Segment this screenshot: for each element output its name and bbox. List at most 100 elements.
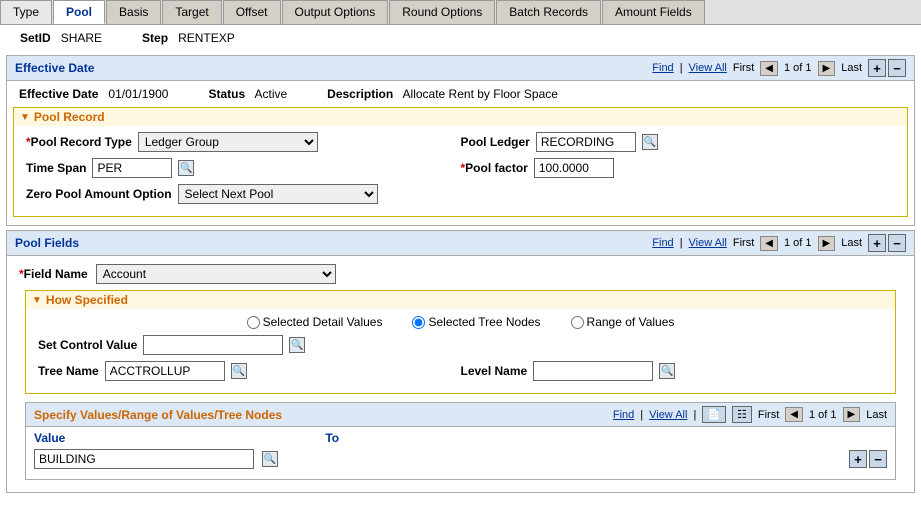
specify-last-label: Last [866, 409, 887, 421]
specify-remove-btn[interactable]: − [869, 450, 887, 468]
tab-basis[interactable]: Basis [106, 0, 161, 24]
specify-grid-btn[interactable]: ☷ [732, 406, 752, 423]
zero-pool-col: Zero Pool Amount Option Select Next Pool [26, 184, 895, 204]
specify-value-search-icon[interactable]: 🔍 [262, 451, 278, 467]
how-specified-collapse-icon[interactable]: ▼ [32, 295, 42, 306]
tab-batch-records[interactable]: Batch Records [496, 0, 601, 24]
set-control-col: Set Control Value 🔍 [38, 335, 883, 355]
specify-export-btn[interactable]: 📄 [702, 406, 726, 423]
pool-record-subsection: ▼ Pool Record Pool Record Type Ledger Gr… [13, 107, 908, 217]
pool-fields-body: Field Name Account ▼ How Specified Selec… [7, 256, 914, 492]
specify-values-controls: Find | View All | 📄 ☷ First ◀ 1 of 1 ▶ L… [613, 406, 887, 423]
radio-selected-detail-input[interactable] [247, 316, 260, 329]
pool-fields-view-all[interactable]: View All [689, 237, 727, 249]
set-control-search-icon[interactable]: 🔍 [289, 337, 305, 353]
set-control-label: Set Control Value [38, 338, 137, 352]
time-span-search-icon[interactable]: 🔍 [178, 160, 194, 176]
pool-fields-prev-btn[interactable]: ◀ [760, 236, 778, 251]
description-value: Allocate Rent by Floor Space [403, 87, 558, 101]
pool-fields-remove-btn[interactable]: − [888, 234, 906, 252]
effective-date-find[interactable]: Find [652, 62, 673, 74]
status-value: Active [254, 87, 287, 101]
specify-find[interactable]: Find [613, 409, 634, 421]
radio-row: Selected Detail Values Selected Tree Nod… [38, 315, 883, 329]
radio-selected-tree-input[interactable] [412, 316, 425, 329]
effective-date-add-btn[interactable]: + [868, 59, 886, 77]
pool-record-body: Pool Record Type Ledger Group Pool Ledge… [14, 126, 907, 216]
level-name-search-icon[interactable]: 🔍 [659, 363, 675, 379]
tab-target[interactable]: Target [162, 0, 221, 24]
tab-pool[interactable]: Pool [53, 0, 105, 24]
field-name-select[interactable]: Account [96, 264, 336, 284]
effective-date-row: Effective Date 01/01/1900 Status Active … [19, 87, 902, 101]
time-span-input[interactable] [92, 158, 172, 178]
effective-date-prev-btn[interactable]: ◀ [760, 61, 778, 76]
effective-date-header: Effective Date Find | View All First ◀ 1… [7, 56, 914, 81]
separator2: | [680, 237, 683, 249]
how-specified-title: How Specified [46, 293, 128, 307]
field-name-row: Field Name Account [19, 264, 902, 284]
pool-ledger-search-icon[interactable]: 🔍 [642, 134, 658, 150]
pool-record-type-label: Pool Record Type [26, 135, 132, 149]
first-label: First [733, 62, 754, 74]
setid-value: SHARE [61, 31, 102, 45]
last-label: Last [841, 62, 862, 74]
specify-prev-btn[interactable]: ◀ [785, 407, 803, 422]
radio-selected-tree[interactable]: Selected Tree Nodes [412, 315, 540, 329]
effective-date-view-all[interactable]: View All [689, 62, 727, 74]
specify-values-header: Specify Values/Range of Values/Tree Node… [26, 403, 895, 427]
effective-date-remove-btn[interactable]: − [888, 59, 906, 77]
description-label: Description [327, 87, 393, 101]
specify-view-all[interactable]: View All [649, 409, 687, 421]
radio-selected-detail[interactable]: Selected Detail Values [247, 315, 383, 329]
set-control-input[interactable] [143, 335, 283, 355]
radio-range-values[interactable]: Range of Values [571, 315, 675, 329]
pool-ledger-label: Pool Ledger [461, 135, 530, 149]
zero-pool-select[interactable]: Select Next Pool [178, 184, 378, 204]
pool-record-type-select[interactable]: Ledger Group [138, 132, 318, 152]
tab-offset[interactable]: Offset [223, 0, 281, 24]
specify-nav: 1 of 1 [809, 409, 837, 421]
effective-date-title: Effective Date [15, 61, 94, 75]
specify-add-btn[interactable]: + [849, 450, 867, 468]
how-specified-body: Selected Detail Values Selected Tree Nod… [26, 309, 895, 393]
pool-ledger-col: Pool Ledger 🔍 [461, 132, 896, 152]
specify-col-headers: Value To [34, 431, 887, 445]
radio-range-values-input[interactable] [571, 316, 584, 329]
pool-ledger-input[interactable] [536, 132, 636, 152]
level-name-input[interactable] [533, 361, 653, 381]
pool-fields-add-remove: + − [868, 234, 906, 252]
pool-fields-header: Pool Fields Find | View All First ◀ 1 of… [7, 231, 914, 256]
tab-bar: Type Pool Basis Target Offset Output Opt… [0, 0, 921, 25]
radio-range-values-label: Range of Values [587, 315, 675, 329]
tab-type[interactable]: Type [0, 0, 52, 24]
tree-name-search-icon[interactable]: 🔍 [231, 363, 247, 379]
pool-record-collapse-icon[interactable]: ▼ [20, 112, 30, 123]
tree-name-input[interactable] [105, 361, 225, 381]
pool-fields-next-btn[interactable]: ▶ [818, 236, 836, 251]
specify-values-title: Specify Values/Range of Values/Tree Node… [34, 408, 282, 422]
specify-next-btn[interactable]: ▶ [843, 407, 861, 422]
time-span-col: Time Span 🔍 [26, 158, 461, 178]
separator4: | [693, 409, 696, 421]
specify-value-input[interactable] [34, 449, 254, 469]
pool-fields-find[interactable]: Find [652, 237, 673, 249]
tab-amount-fields[interactable]: Amount Fields [602, 0, 705, 24]
specify-values-section: Specify Values/Range of Values/Tree Node… [25, 402, 896, 480]
setid-label: SetID [20, 31, 51, 45]
zero-pool-label: Zero Pool Amount Option [26, 187, 172, 201]
pool-factor-input[interactable] [534, 158, 614, 178]
how-specified-subsection: ▼ How Specified Selected Detail Values S… [25, 290, 896, 394]
effective-date-section: Effective Date Find | View All First ◀ 1… [6, 55, 915, 226]
effective-date-next-btn[interactable]: ▶ [818, 61, 836, 76]
col-to-header: To [325, 431, 339, 445]
pool-record-header: ▼ Pool Record [14, 108, 907, 126]
status-label: Status [208, 87, 245, 101]
pool-fields-add-btn[interactable]: + [868, 234, 886, 252]
specify-first-label: First [758, 409, 779, 421]
specify-row: 🔍 + − [34, 449, 887, 469]
tab-round-options[interactable]: Round Options [389, 0, 495, 24]
effective-date-add-remove: + − [868, 59, 906, 77]
pool-record-row2: Time Span 🔍 Pool factor [26, 158, 895, 178]
tab-output-options[interactable]: Output Options [282, 0, 389, 24]
